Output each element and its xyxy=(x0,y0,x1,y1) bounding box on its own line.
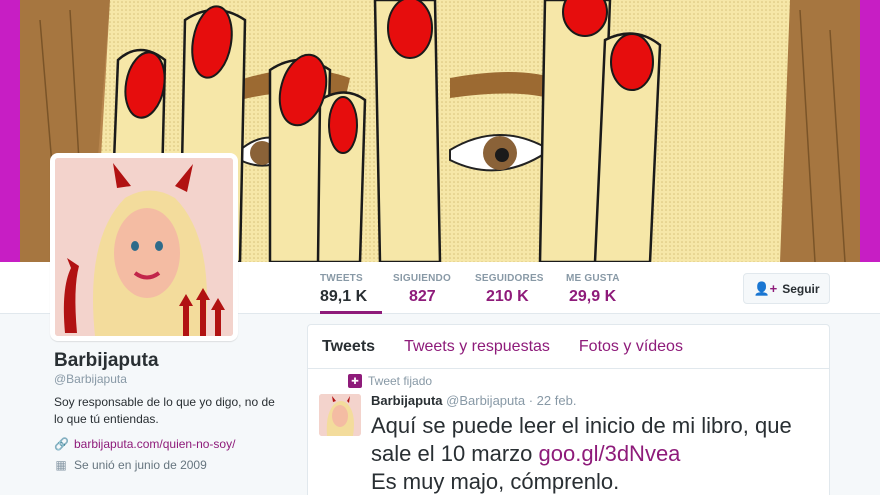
profile-name[interactable]: Barbijaputa xyxy=(54,350,159,372)
tweet-header: Barbijaputa @Barbijaputa · 22 feb. xyxy=(371,393,576,408)
link-icon: 🔗 xyxy=(54,437,69,451)
timeline-tabs: Tweets Tweets y respuestas Fotos y vídeo… xyxy=(308,325,829,369)
stat-following-value: 827 xyxy=(409,288,436,305)
tweet-line-1: Aquí se puede leer el inicio de mi libro… xyxy=(371,413,792,438)
stat-followers-label: SEGUIDORES xyxy=(475,273,544,284)
tab-photos-videos[interactable]: Fotos y vídeos xyxy=(579,338,683,356)
tweet-text: Aquí se puede leer el inicio de mi libro… xyxy=(371,412,821,495)
stat-likes-value: 29,9 K xyxy=(569,288,617,305)
tab-tweets-replies[interactable]: Tweets y respuestas xyxy=(404,338,550,356)
add-user-icon: 👤+ xyxy=(753,280,778,296)
stat-tweets[interactable]: TWEETS 89,1 K xyxy=(320,262,382,314)
tweet-link[interactable]: goo.gl/3dNvea xyxy=(539,441,681,466)
stat-likes[interactable]: ME GUSTA 29,9 K xyxy=(566,262,631,314)
stat-likes-label: ME GUSTA xyxy=(566,273,620,284)
tweet-avatar-image xyxy=(319,394,361,436)
stat-following[interactable]: SIGUIENDO 827 xyxy=(393,262,455,314)
tweet-line-3: Es muy majo, cómprenlo. xyxy=(371,469,620,494)
tweet-line-2-text: sale el 10 marzo xyxy=(371,441,539,466)
avatar-image xyxy=(55,158,233,336)
pinned-text: Tweet fijado xyxy=(368,374,433,388)
stat-followers[interactable]: SEGUIDORES 210 K xyxy=(475,262,545,314)
stat-tweets-value: 89,1 K xyxy=(320,288,368,305)
profile-bio: Soy responsable de lo que yo digo, no de… xyxy=(54,395,275,426)
profile-url[interactable]: 🔗 barbijaputa.com/quien-no-soy/ xyxy=(54,437,235,451)
follow-button[interactable]: 👤+ Seguir xyxy=(743,273,830,304)
profile-handle[interactable]: @Barbijaputa xyxy=(54,372,127,386)
profile-joined-text: Se unió en junio de 2009 xyxy=(74,458,207,472)
profile-url-text[interactable]: barbijaputa.com/quien-no-soy/ xyxy=(74,437,235,451)
tweet-avatar[interactable] xyxy=(319,394,361,436)
tweet-date[interactable]: · 22 feb. xyxy=(529,393,577,408)
follow-button-label: Seguir xyxy=(782,281,820,296)
tweet-author-handle[interactable]: @Barbijaputa xyxy=(446,393,525,408)
tweet-line-2: sale el 10 marzo goo.gl/3dNvea xyxy=(371,440,821,468)
tab-tweets[interactable]: Tweets xyxy=(322,338,375,356)
stat-following-label: SIGUIENDO xyxy=(393,273,451,284)
timeline: Tweets Tweets y respuestas Fotos y vídeo… xyxy=(307,324,830,495)
stat-followers-value: 210 K xyxy=(486,288,529,305)
pinned-label: ✚ Tweet fijado xyxy=(348,374,432,388)
pin-icon: ✚ xyxy=(348,374,362,388)
profile-joined: ▦ Se unió en junio de 2009 xyxy=(54,458,207,472)
stat-tweets-label: TWEETS xyxy=(320,273,363,284)
avatar[interactable] xyxy=(50,153,238,341)
tweet-author-name[interactable]: Barbijaputa xyxy=(371,393,443,408)
calendar-icon: ▦ xyxy=(55,458,67,472)
